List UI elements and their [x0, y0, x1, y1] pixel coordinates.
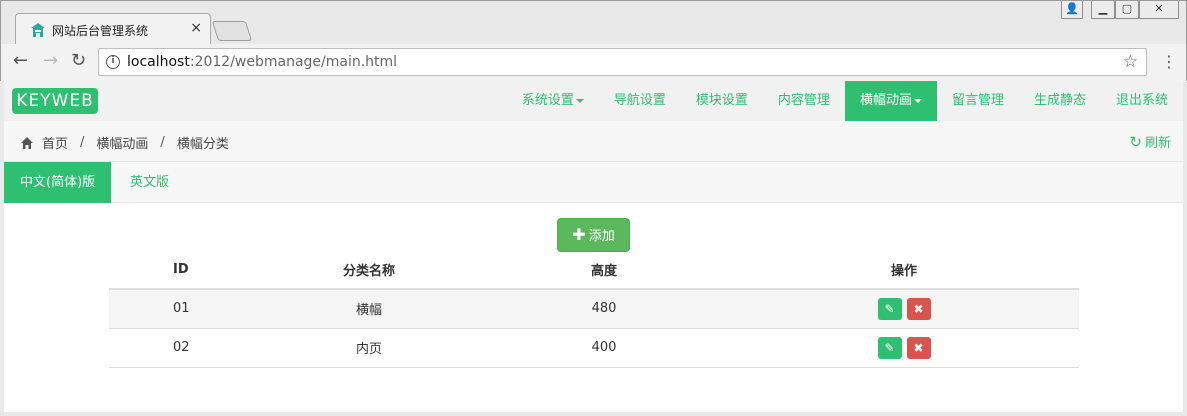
refresh-icon: ↻: [1129, 133, 1142, 151]
add-button[interactable]: ✚ 添加: [557, 218, 630, 252]
forward-arrow-icon[interactable]: →: [43, 50, 58, 71]
breadcrumb-banner[interactable]: 横幅动画: [96, 133, 148, 152]
url-text[interactable]: localhost:2012/webmanage/main.html: [127, 54, 397, 70]
row-actions: ✎ ✖: [877, 336, 931, 359]
delete-x-icon[interactable]: ✖: [906, 297, 931, 320]
nav-item[interactable]: 导航设置: [599, 81, 681, 121]
table-header-row: ID 分类名称 高度 操作: [109, 251, 1079, 290]
breadcrumb-current: 横幅分类: [176, 137, 229, 152]
nav-item-label: 退出系统: [1115, 93, 1168, 108]
category-table: ID 分类名称 高度 操作 01 横幅 480 ✎ ✖ 02 内页 400 ✎ ✖: [109, 251, 1079, 368]
page-viewport: KEYWEB 系统设置 导航设置 模块设置 内容管理 横幅动画 留言管理 生成静态 退出系统 …: [4, 81, 1183, 412]
caret-down-icon: [913, 98, 922, 103]
add-button-label: 添加: [588, 229, 615, 244]
bookmark-star-icon[interactable]: ☆: [1123, 52, 1138, 72]
plus-icon: ✚: [572, 225, 586, 244]
cell-name: 横幅: [259, 289, 479, 329]
nav-item-label: 模块设置: [695, 93, 748, 108]
tab-title: 网站后台管理系统: [52, 24, 149, 38]
edit-pencil-icon[interactable]: ✎: [877, 297, 902, 320]
cell-ops: ✎ ✖: [729, 289, 1079, 329]
header-name: 分类名称: [259, 251, 479, 290]
language-tabs: 中文(简体)版 英文版: [4, 162, 1183, 203]
nav-item-label: 留言管理: [951, 93, 1004, 108]
home-icon: [21, 136, 33, 149]
breadcrumb-bar: 首页 / 横幅动画 / 横幅分类 ↻ 刷新: [4, 121, 1183, 162]
nav-item[interactable]: 系统设置: [507, 81, 599, 121]
breadcrumb-home[interactable]: 首页: [42, 133, 68, 152]
site-info-icon[interactable]: i: [106, 55, 120, 69]
nav-item[interactable]: 横幅动画: [844, 81, 937, 121]
maximize-button[interactable]: ▢: [1115, 1, 1139, 19]
caret-down-icon: [575, 98, 584, 103]
main-menu: 系统设置 导航设置 模块设置 内容管理 横幅动画 留言管理 生成静态 退出系统: [507, 81, 1183, 121]
nav-item-label: 系统设置: [521, 93, 574, 108]
table-row: 01 横幅 480 ✎ ✖: [109, 289, 1079, 329]
header-height: 高度: [479, 251, 729, 290]
cell-ops: ✎ ✖: [729, 328, 1079, 368]
delete-x-icon[interactable]: ✖: [906, 336, 931, 359]
cell-height: 400: [479, 328, 729, 368]
nav-item[interactable]: 内容管理: [763, 81, 845, 121]
nav-item-label: 横幅动画: [859, 93, 912, 108]
cell-name: 内页: [259, 328, 479, 368]
minimize-button[interactable]: ▁: [1091, 1, 1115, 19]
site-logo[interactable]: KEYWEB: [12, 88, 98, 114]
cell-height: 480: [479, 289, 729, 329]
edit-pencil-icon[interactable]: ✎: [877, 336, 902, 359]
profile-button[interactable]: 👤: [1061, 1, 1083, 19]
nav-item-label: 导航设置: [613, 93, 666, 108]
cell-id: 01: [109, 289, 259, 329]
browser-menu-icon[interactable]: ⋮: [1161, 52, 1177, 71]
table-row: 02 内页 400 ✎ ✖: [109, 328, 1079, 368]
new-tab-button[interactable]: [211, 21, 253, 41]
browser-toolbar: ← → ↻ i localhost:2012/webmanage/main.ht…: [0, 44, 1187, 81]
nav-item-label: 内容管理: [777, 93, 830, 108]
address-bar[interactable]: i localhost:2012/webmanage/main.html ☆: [98, 48, 1147, 76]
header-ops: 操作: [729, 251, 1079, 290]
nav-item[interactable]: 留言管理: [937, 81, 1019, 121]
nav-item[interactable]: 模块设置: [681, 81, 763, 121]
close-window-button[interactable]: ✕: [1139, 1, 1179, 19]
header-id: ID: [109, 251, 259, 290]
tab-close-icon[interactable]: ×: [190, 20, 202, 36]
nav-item-label: 生成静态: [1033, 93, 1086, 108]
row-actions: ✎ ✖: [877, 297, 931, 320]
site-favicon-icon: [31, 23, 45, 37]
browser-tabstrip: 网站后台管理系统 × 👤 ▁ ▢ ✕: [0, 0, 1187, 45]
browser-tab[interactable]: 网站后台管理系统 ×: [15, 13, 211, 45]
breadcrumb: 首页 / 横幅动画 / 横幅分类: [20, 133, 229, 152]
nav-item[interactable]: 退出系统: [1101, 81, 1183, 121]
tab-chinese[interactable]: 中文(简体)版: [4, 162, 112, 203]
refresh-button[interactable]: ↻ 刷新: [1129, 132, 1171, 151]
breadcrumb-separator: /: [160, 135, 165, 150]
top-navbar: KEYWEB 系统设置 导航设置 模块设置 内容管理 横幅动画 留言管理 生成静态 退出系统: [4, 81, 1183, 121]
cell-id: 02: [109, 328, 259, 368]
reload-icon[interactable]: ↻: [71, 50, 86, 71]
tab-english[interactable]: 英文版: [114, 162, 185, 203]
breadcrumb-separator: /: [80, 135, 85, 150]
back-arrow-icon[interactable]: ←: [13, 50, 28, 71]
refresh-label: 刷新: [1144, 136, 1171, 151]
nav-item[interactable]: 生成静态: [1019, 81, 1101, 121]
